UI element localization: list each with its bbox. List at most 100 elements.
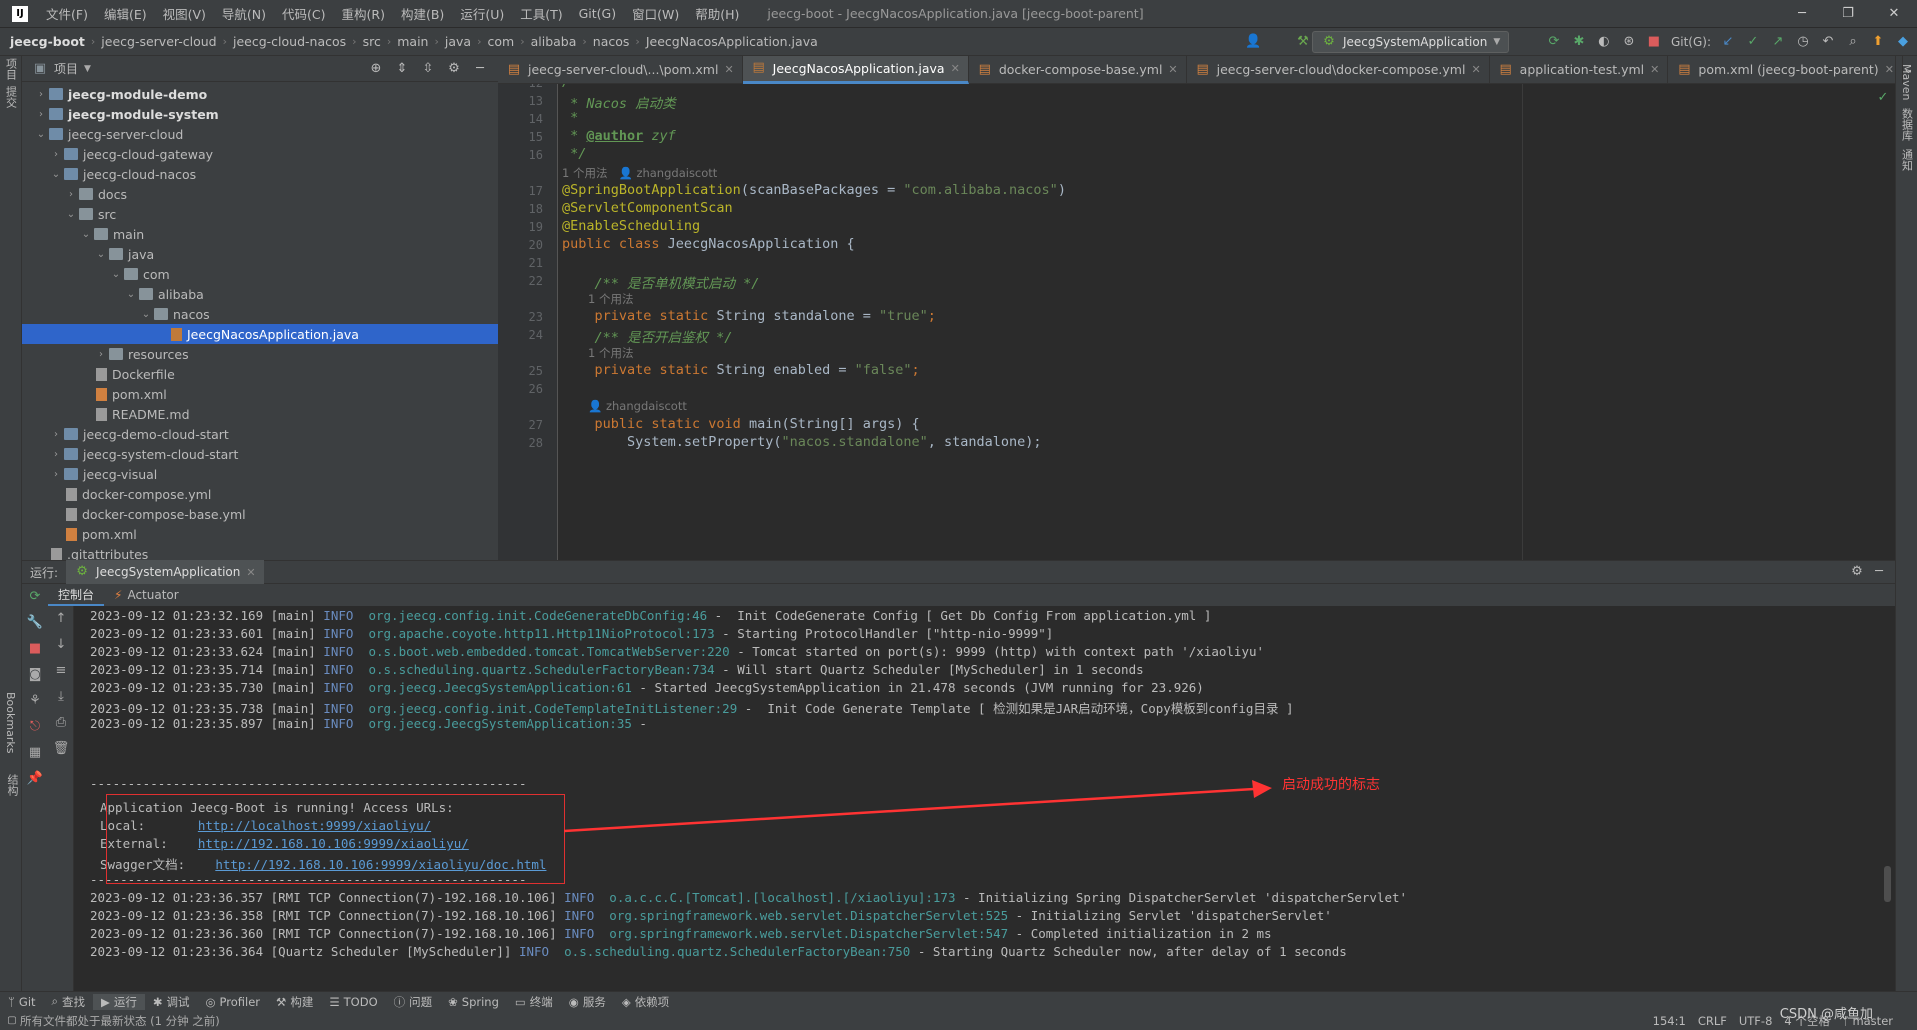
locate-icon[interactable]: ⊕ [368,61,384,77]
more-tabs-icon[interactable]: ⌄ [1903,62,1914,78]
print-icon[interactable]: ⎙ [48,710,74,736]
tool-window-button[interactable]: ⌕ 查找 [44,994,93,1010]
expand-all-icon[interactable]: ⇕ [394,61,410,77]
menu-item[interactable]: 窗口(W) [624,4,687,23]
commit-tool-button[interactable]: 提交 [3,86,19,108]
tree-node[interactable]: ⌄ jeecg-server-cloud [22,124,498,144]
breadcrumb-item[interactable]: jeecg-cloud-nacos [227,34,352,49]
expand-arrow-icon[interactable]: ⌄ [138,309,154,320]
tool-window-button[interactable]: ⓘ 问题 [386,994,441,1010]
menu-item[interactable]: Git(G) [571,6,625,21]
tree-node[interactable]: › resources [22,344,498,364]
rerun-icon[interactable]: ⟳ [1546,34,1562,50]
project-tool-button[interactable]: 项目 [3,58,19,80]
console-scrollbar[interactable] [1884,866,1891,902]
stop-icon[interactable]: ■ [22,636,48,662]
tool-window-button[interactable]: ᛘ Git [0,995,44,1009]
notifications-tool-button[interactable]: 通知 [1899,149,1915,171]
tree-node[interactable]: › jeecg-demo-cloud-start [22,424,498,444]
debug-icon[interactable]: ✱ [1571,34,1587,50]
menu-item[interactable]: 文件(F) [38,4,96,23]
git-update-icon[interactable]: ↙ [1720,34,1736,50]
search-icon[interactable]: ⌕ [1845,34,1861,50]
expand-arrow-icon[interactable]: › [48,449,64,460]
editor-tab[interactable]: ▤ pom.xml (jeecg-boot-parent) ✕ [1668,55,1903,84]
tool-window-button[interactable]: ⚒ 构建 [268,994,321,1010]
breadcrumb-item[interactable]: src [357,34,387,49]
expand-arrow-icon[interactable]: ⌄ [108,269,124,280]
tree-node[interactable]: ⌄ main [22,224,498,244]
gear-icon[interactable]: ⚙ [446,61,462,77]
camera-icon[interactable]: ◙ [22,662,48,688]
tree-node[interactable]: docker-compose-base.yml [22,504,498,524]
restore-icon[interactable]: ❐ [1825,0,1871,28]
layout-icon[interactable]: ▦ [22,740,48,766]
tree-node[interactable]: pom.xml [22,524,498,544]
console-tab[interactable]: 控制台 [48,584,105,606]
scroll-up-icon[interactable]: ↑ [48,606,74,632]
bookmarks-tool-button[interactable]: Bookmarks [4,692,17,753]
menu-item[interactable]: 工具(T) [512,4,570,23]
caret-position[interactable]: 154:1 [1653,1014,1686,1028]
wrench-icon[interactable]: 🔧 [22,610,48,636]
tree-node[interactable]: Dockerfile [22,364,498,384]
expand-arrow-icon[interactable]: ⌄ [78,229,94,240]
close-tab-icon[interactable]: ✕ [1168,63,1177,76]
tool-window-button[interactable]: ◉ 服务 [561,994,614,1010]
tree-node[interactable]: › docs [22,184,498,204]
author-hint[interactable]: 👤 zhangdaiscott [588,399,687,413]
editor-tab[interactable]: ▤ jeecg-server-cloud\...\pom.xml ✕ [498,55,743,84]
rollback-icon[interactable]: ↶ [1820,34,1836,50]
line-ending[interactable]: CRLF [1698,1014,1727,1028]
close-tab-icon[interactable]: ✕ [246,566,255,579]
expand-arrow-icon[interactable]: › [48,149,64,160]
breadcrumb-item[interactable]: nacos [587,34,636,49]
breadcrumb-item[interactable]: alibaba [525,34,583,49]
tree-node[interactable]: JeecgNacosApplication.java [22,324,498,344]
update-icon[interactable]: ⬆ [1870,34,1886,50]
menu-item[interactable]: 代码(C) [274,4,333,23]
tree-node[interactable]: › jeecg-module-demo [22,84,498,104]
tree-node[interactable]: › jeecg-system-cloud-start [22,444,498,464]
exit-icon[interactable]: ⎋ [22,714,48,740]
editor-tab[interactable]: ▤ jeecg-server-cloud\docker-compose.yml ✕ [1187,55,1490,84]
tool-window-button[interactable]: ◎ Profiler [197,995,268,1009]
menu-item[interactable]: 编辑(E) [96,4,155,23]
menu-item[interactable]: 运行(U) [452,4,512,23]
editor-tab[interactable]: ▤ JeecgNacosApplication.java ✕ [742,55,969,84]
breadcrumb-item[interactable]: jeecg-server-cloud [95,34,222,49]
profile-icon[interactable]: ⊛ [1621,34,1637,50]
tree-node[interactable]: ⌄ com [22,264,498,284]
expand-arrow-icon[interactable]: ⌄ [63,209,79,220]
hide-panel-icon[interactable]: ─ [1871,564,1887,580]
restore-layout-icon[interactable]: ⚘ [22,688,48,714]
console-output[interactable]: 2023-09-12 01:23:32.169 [main] INFO org.… [74,606,1895,1011]
no-problems-check-icon[interactable]: ✓ [1875,90,1891,106]
rerun-icon[interactable]: ⟳ [22,584,48,610]
git-push-icon[interactable]: ↗ [1770,34,1786,50]
breadcrumb-item[interactable]: com [481,34,520,49]
breadcrumb-item[interactable]: jeecg-boot [4,34,91,49]
tool-window-button[interactable]: ▭ 终端 [507,994,561,1010]
project-panel-title[interactable]: 项目 [54,60,78,77]
plugin-icon[interactable]: ◆ [1895,34,1911,50]
editor-tab[interactable]: ▤ docker-compose-base.yml ✕ [969,55,1187,84]
tool-window-button[interactable]: ▶ 运行 [92,993,145,1010]
gear-icon[interactable]: ⚙ [1849,564,1865,580]
tree-node[interactable]: docker-compose.yml [22,484,498,504]
expand-arrow-icon[interactable]: › [93,349,109,360]
expand-arrow-icon[interactable]: › [33,89,49,100]
hide-icon[interactable]: ─ [472,61,488,77]
history-icon[interactable]: ◷ [1795,34,1811,50]
tree-node[interactable]: README.md [22,404,498,424]
expand-arrow-icon[interactable]: › [33,109,49,120]
tool-window-button[interactable]: ✱ 调试 [145,994,198,1010]
menu-item[interactable]: 导航(N) [214,4,274,23]
stop-icon[interactable]: ■ [1646,34,1662,50]
collapse-all-icon[interactable]: ⇳ [420,61,436,77]
run-tab[interactable]: ⚙ JeecgSystemApplication ✕ [66,560,264,584]
chevron-down-icon[interactable]: ▼ [84,64,91,74]
close-tab-icon[interactable]: ✕ [1471,63,1480,76]
editor-tab[interactable]: ▤ application-test.yml ✕ [1490,55,1669,84]
usage-hint[interactable]: 1 个用法 [588,291,633,307]
